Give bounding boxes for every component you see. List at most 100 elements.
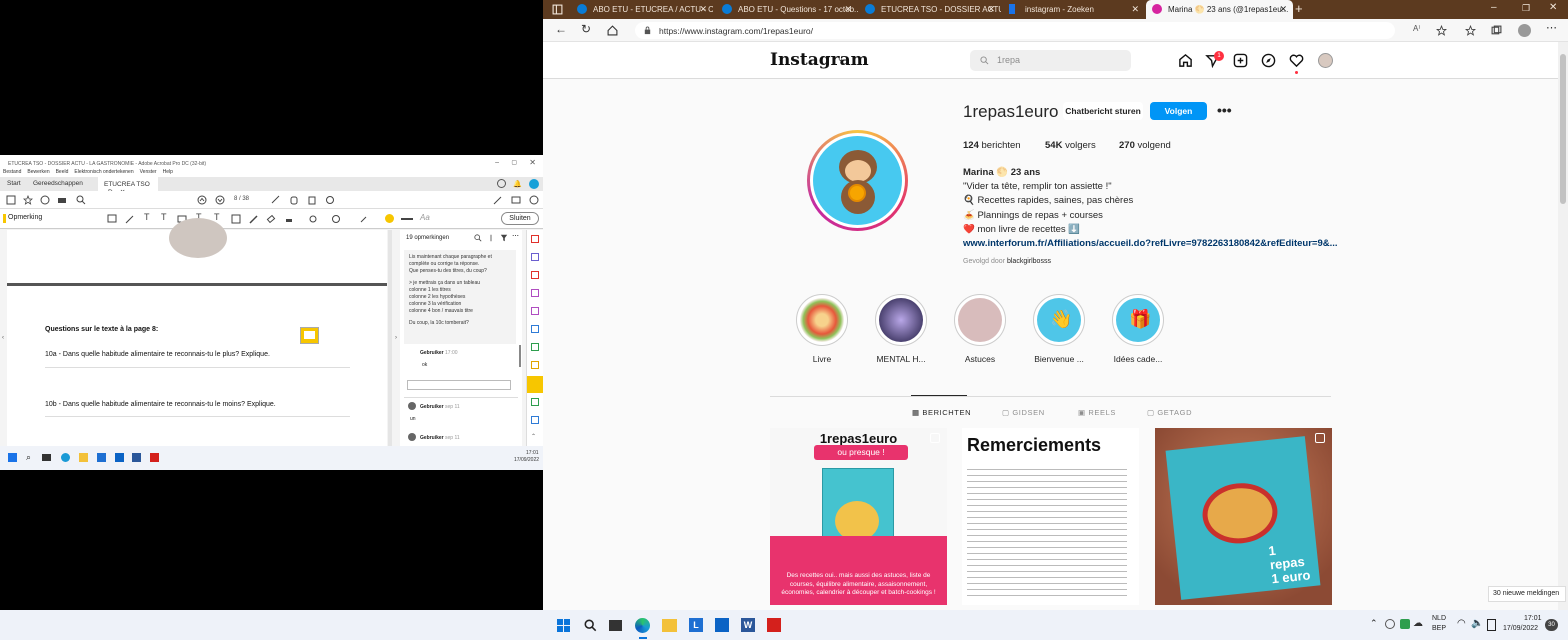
tab-reels[interactable]: ▣ REELS <box>1078 408 1116 417</box>
stat-followers[interactable]: 54K volgers <box>1045 140 1096 151</box>
post-remerciements[interactable]: Remerciements <box>962 428 1139 605</box>
chevron-up-icon[interactable]: ⌃ <box>1370 618 1378 629</box>
read-aloud-icon[interactable]: A⁾ <box>1413 24 1420 33</box>
comments-scrollbar[interactable] <box>519 345 521 367</box>
menu-view[interactable]: Beeld <box>56 169 69 177</box>
menu-edit[interactable]: Bewerken <box>27 169 49 177</box>
collapse-right-icon[interactable]: › <box>395 335 397 341</box>
url-field[interactable]: https://www.instagram.com/1repas1euro/ <box>635 22 1395 39</box>
onedrive-icon[interactable]: ☁ <box>1413 618 1423 629</box>
hand-icon[interactable] <box>289 195 299 205</box>
sign-rail-icon[interactable] <box>531 307 539 315</box>
sort-icon[interactable] <box>487 234 495 242</box>
minimize-icon[interactable]: – <box>495 159 499 166</box>
edit-pdf-icon[interactable] <box>493 195 503 205</box>
stamp-icon[interactable] <box>284 214 294 224</box>
maximize-icon[interactable]: ▢ <box>511 159 517 166</box>
text-tool-icon[interactable]: T <box>144 212 150 222</box>
language-code[interactable]: NLD <box>1432 615 1446 622</box>
wifi-icon[interactable]: ◠ <box>1457 618 1466 629</box>
new-post-icon[interactable] <box>1233 53 1248 68</box>
logo-chevron-icon[interactable]: ⌄ <box>837 54 844 63</box>
close-icon[interactable]: ✕ <box>529 158 536 167</box>
page-indicator[interactable]: 8 / 38 <box>234 196 249 202</box>
clock-time[interactable]: 17:01 <box>1524 615 1542 622</box>
options-icon[interactable]: ••• <box>1217 102 1232 118</box>
acrobat-taskbar-icon[interactable] <box>767 618 781 632</box>
followed-by[interactable]: Gevolgd door blackgirlbosss <box>963 258 1051 265</box>
close-tab-icon[interactable]: ✕ <box>699 4 707 15</box>
menu-window[interactable]: Venster <box>140 169 157 177</box>
tray-icon[interactable] <box>1385 619 1395 629</box>
browser-tab[interactable]: ETUCREA TSO - DOSSIER ACTU ✕ <box>859 0 1001 19</box>
word-icon[interactable]: W <box>741 618 755 632</box>
tab-actions-icon[interactable] <box>552 4 563 15</box>
search-comments-icon[interactable] <box>474 234 482 242</box>
close-window-icon[interactable]: ✕ <box>1549 2 1557 13</box>
add-text-icon[interactable]: T <box>214 212 220 222</box>
tab-start[interactable]: Start <box>7 180 21 187</box>
edit-icon[interactable] <box>531 289 539 297</box>
outlook-icon[interactable] <box>715 618 729 632</box>
task-view-icon[interactable] <box>42 454 51 461</box>
new-tab-icon[interactable]: + <box>1295 1 1303 16</box>
follow-button[interactable]: Volgen <box>1150 102 1207 120</box>
edge-taskbar-icon[interactable] <box>635 618 650 633</box>
word-icon[interactable] <box>132 453 141 462</box>
task-view-icon[interactable] <box>609 620 622 631</box>
page-scrollbar[interactable] <box>1558 42 1568 610</box>
font-picker[interactable]: Aa <box>420 213 430 222</box>
search-icon[interactable]: ⌕ <box>26 452 31 463</box>
favorites-icon[interactable] <box>1465 25 1476 36</box>
collapse-left-icon[interactable]: ‹ <box>2 335 4 341</box>
tray-app-icon[interactable] <box>1400 619 1410 629</box>
app-l-icon[interactable]: L <box>689 618 703 632</box>
export-icon[interactable] <box>531 325 539 333</box>
create-pdf-icon[interactable] <box>531 235 539 243</box>
tab-document[interactable]: ETUCREA TSO - D... ✕ <box>98 177 158 196</box>
keyboard-layout[interactable]: BEP <box>1432 625 1446 632</box>
outlook-icon[interactable] <box>115 453 124 462</box>
line-width-icon[interactable] <box>401 218 413 220</box>
eraser-icon[interactable] <box>266 214 276 224</box>
textbox-icon[interactable] <box>231 214 241 224</box>
search-input[interactable]: 1repa <box>970 50 1131 71</box>
back-icon[interactable]: ← <box>555 22 567 36</box>
tab-tools[interactable]: Gereedschappen <box>33 180 83 187</box>
share-icon[interactable] <box>529 195 539 205</box>
notification-count[interactable]: 30 <box>1545 619 1558 631</box>
bio-link[interactable]: www.interforum.fr/Affiliations/accueil.d… <box>963 238 1338 249</box>
folder-icon[interactable] <box>79 453 88 462</box>
attach-icon[interactable] <box>308 214 318 224</box>
highlight-icon[interactable] <box>125 214 135 224</box>
menu-file[interactable]: Bestand <box>3 169 21 177</box>
highlight-idees-cadeaux[interactable]: 🎁 <box>1112 294 1164 346</box>
pin-icon[interactable] <box>359 214 369 224</box>
star-icon[interactable] <box>23 195 33 205</box>
combine-icon[interactable] <box>531 253 539 261</box>
explore-icon[interactable] <box>1261 53 1276 68</box>
close-tab-icon[interactable]: ✕ <box>1279 4 1287 15</box>
fill-sign-icon[interactable] <box>531 361 539 369</box>
chevron-icon[interactable]: ⌃ <box>531 433 536 440</box>
comment-marker-icon[interactable] <box>300 327 319 344</box>
sign-icon[interactable] <box>271 195 281 205</box>
sticky-note-icon[interactable] <box>107 214 117 224</box>
volume-icon[interactable]: 🔈 <box>1471 618 1483 629</box>
app-l-icon[interactable] <box>97 453 106 462</box>
highlight-mental-health[interactable] <box>875 294 927 346</box>
page-scrollbar[interactable] <box>388 230 392 446</box>
scan-icon[interactable] <box>531 398 539 406</box>
close-tab-icon[interactable]: ✕ <box>1131 4 1139 15</box>
close-tab-icon[interactable]: ✕ <box>844 4 852 15</box>
protect-icon[interactable] <box>531 416 539 424</box>
tab-tagged[interactable]: ▢ GETAGD <box>1147 408 1192 417</box>
more-icon[interactable]: ⋯ <box>1546 21 1557 34</box>
highlight-astuces[interactable] <box>954 294 1006 346</box>
profile-avatar[interactable] <box>1518 24 1531 37</box>
mail-icon[interactable] <box>511 195 521 205</box>
browser-tab[interactable]: ABO ETU - Questions - 17 octob... ✕ <box>716 0 858 19</box>
browser-tab[interactable]: ABO ETU - ETUCREA / ACTU - C... ✕ <box>571 0 713 19</box>
filter-icon[interactable] <box>500 234 508 242</box>
tab-guides[interactable]: ▢ GIDSEN <box>1002 408 1045 417</box>
